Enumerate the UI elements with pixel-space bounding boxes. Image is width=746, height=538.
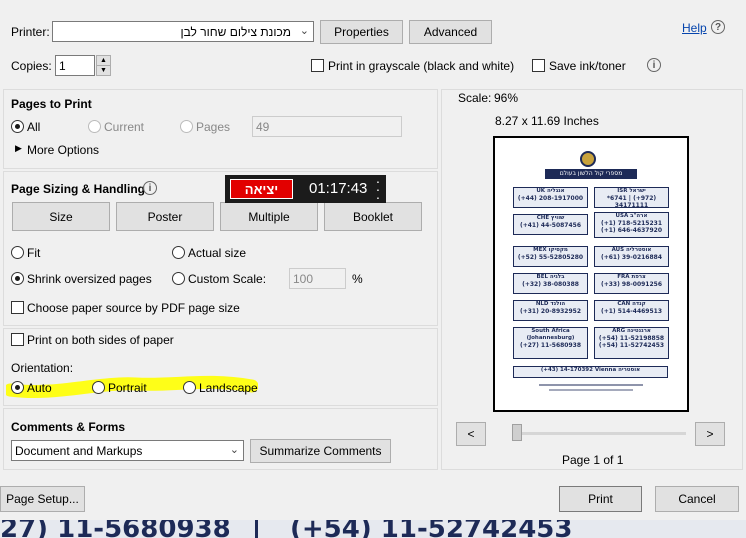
- orientation-auto-label: Auto: [27, 381, 52, 395]
- doc-card: FRA צרפת (+33) 98-0091256: [594, 273, 669, 294]
- tab-booklet[interactable]: Booklet: [324, 202, 422, 231]
- fit-label: Fit: [27, 246, 41, 260]
- background-text-left: 27) 11-5680938: [0, 520, 231, 538]
- doc-card: AUS אוסטרליה (+61) 39-0216884: [594, 246, 669, 267]
- printer-select[interactable]: מכונת צילום שחור לבן ⌄: [52, 21, 314, 42]
- background-text-right: (+54) 11-52742453: [290, 520, 573, 538]
- more-options-toggle[interactable]: More Options: [27, 143, 99, 157]
- chevron-down-icon: ⌄: [229, 444, 239, 456]
- shrink-oversized-label: Shrink oversized pages: [27, 272, 152, 286]
- comments-select[interactable]: Document and Markups ⌄: [11, 440, 244, 461]
- both-sides-label: Print on both sides of paper: [27, 333, 174, 347]
- page-preview: מספרי קול הלשון בעולם UK אנגליה (+44) 208…: [493, 136, 689, 412]
- doc-card: ISR ישראל *6741 | (+972) 34171111: [594, 187, 669, 208]
- actual-size-label: Actual size: [188, 246, 247, 260]
- help-icon[interactable]: ?: [711, 20, 725, 34]
- printer-label: Printer:: [11, 25, 50, 39]
- advanced-button[interactable]: Advanced: [409, 20, 492, 44]
- fit-radio[interactable]: [11, 246, 24, 259]
- doc-card: UK אנגליה (+44) 208-1917000: [513, 187, 588, 208]
- orientation-portrait-radio[interactable]: [92, 381, 105, 394]
- chevron-down-icon: ⌄: [299, 25, 309, 37]
- background-document: 27) 11-5680938 (+54) 11-52742453: [0, 520, 746, 538]
- paper-size-label: 8.27 x 11.69 Inches: [495, 114, 599, 128]
- all-pages-radio[interactable]: [11, 120, 24, 133]
- page-sizing-title: Page Sizing & Handling: [11, 182, 146, 196]
- custom-scale-radio[interactable]: [172, 272, 185, 285]
- all-pages-label: All: [27, 120, 41, 134]
- more-vertical-icon[interactable]: · · ·: [375, 174, 381, 204]
- comments-selected-value: Document and Markups: [15, 443, 143, 458]
- scale-label: Scale:: [458, 91, 492, 105]
- triangle-right-icon[interactable]: ▶: [15, 143, 22, 154]
- orientation-auto-radio[interactable]: [11, 381, 24, 394]
- doc-card: MEX מקסיקו (+52) 55-52805280: [513, 246, 588, 267]
- doc-card: ARG ארגנטינה (+54) 11-52198858 (+54) 11-52…: [594, 327, 669, 359]
- timer-display: 01:17:43: [309, 180, 368, 197]
- pages-range-input[interactable]: 49: [252, 116, 402, 137]
- help-link[interactable]: Help: [682, 21, 707, 35]
- prev-page-button[interactable]: <: [456, 422, 486, 446]
- save-ink-label: Save ink/toner: [549, 59, 626, 73]
- cancel-button[interactable]: Cancel: [655, 486, 739, 512]
- page-indicator: Page 1 of 1: [562, 453, 624, 467]
- orientation-portrait-label: Portrait: [108, 381, 147, 395]
- tab-multiple[interactable]: Multiple: [220, 202, 318, 231]
- doc-card: CHE שוויץ (+41) 44-5087456: [513, 214, 588, 235]
- copies-input[interactable]: 1: [55, 55, 95, 76]
- tab-size[interactable]: Size: [12, 202, 110, 231]
- doc-card: BEL בלגיה (+32) 38-080388: [513, 273, 588, 294]
- current-page-radio[interactable]: [88, 120, 101, 133]
- current-page-label: Current: [104, 120, 145, 134]
- printer-selected-value: מכונת צילום שחור לבן: [180, 24, 292, 39]
- paper-source-checkbox[interactable]: [11, 301, 24, 314]
- comments-title: Comments & Forms: [11, 420, 126, 434]
- doc-footer-line: [539, 384, 643, 386]
- pages-label: Pages: [196, 120, 231, 134]
- stepper-up-icon[interactable]: ▲: [97, 56, 110, 66]
- exit-button[interactable]: יציאה: [230, 179, 293, 199]
- properties-button[interactable]: Properties: [320, 20, 403, 44]
- info-icon[interactable]: i: [647, 58, 661, 72]
- tab-poster[interactable]: Poster: [116, 202, 214, 231]
- custom-scale-input[interactable]: 100: [289, 268, 346, 289]
- doc-card: (+43) 14-170392 Vienna אוסטריה: [513, 366, 668, 378]
- page-slider-thumb[interactable]: [512, 424, 522, 441]
- custom-scale-label: Custom Scale:: [188, 272, 267, 286]
- doc-card: USA ארה"ב (+1) 718-5215231 (+1) 646-463792…: [594, 212, 669, 238]
- doc-card: CAN קנדה (+1) 514-4469513: [594, 300, 669, 321]
- stepper-down-icon[interactable]: ▼: [97, 66, 110, 75]
- page-slider-track[interactable]: [512, 432, 686, 435]
- orientation-landscape-label: Landscape: [199, 381, 258, 395]
- doc-card: South Africa (Johannesburg) (+27) 11-5680…: [513, 327, 588, 359]
- copies-stepper[interactable]: ▲ ▼: [96, 55, 111, 76]
- summarize-comments-button[interactable]: Summarize Comments: [250, 439, 391, 463]
- doc-header: מספרי קול הלשון בעולם: [545, 169, 637, 179]
- actual-size-radio[interactable]: [172, 246, 185, 259]
- grayscale-label: Print in grayscale (black and white): [328, 59, 515, 73]
- save-ink-checkbox[interactable]: [532, 59, 545, 72]
- doc-card: NLD הולנד (+31) 20-8932952: [513, 300, 588, 321]
- pages-to-print-title: Pages to Print: [11, 97, 92, 111]
- paper-source-label: Choose paper source by PDF page size: [27, 301, 240, 315]
- logo-seal: [580, 151, 596, 167]
- info-icon[interactable]: i: [143, 181, 157, 195]
- doc-footer-line: [549, 389, 633, 391]
- grayscale-checkbox[interactable]: [311, 59, 324, 72]
- shrink-oversized-radio[interactable]: [11, 272, 24, 285]
- both-sides-checkbox[interactable]: [11, 333, 24, 346]
- pages-radio[interactable]: [180, 120, 193, 133]
- page-setup-button[interactable]: Page Setup...: [0, 486, 85, 512]
- timer-overlay: יציאה 01:17:43 · · ·: [225, 174, 386, 204]
- copies-label: Copies:: [11, 59, 52, 73]
- background-divider: [255, 520, 258, 538]
- percent-label: %: [352, 272, 363, 286]
- next-page-button[interactable]: >: [695, 422, 725, 446]
- orientation-landscape-radio[interactable]: [183, 381, 196, 394]
- print-button[interactable]: Print: [559, 486, 642, 512]
- scale-value: 96%: [494, 91, 519, 105]
